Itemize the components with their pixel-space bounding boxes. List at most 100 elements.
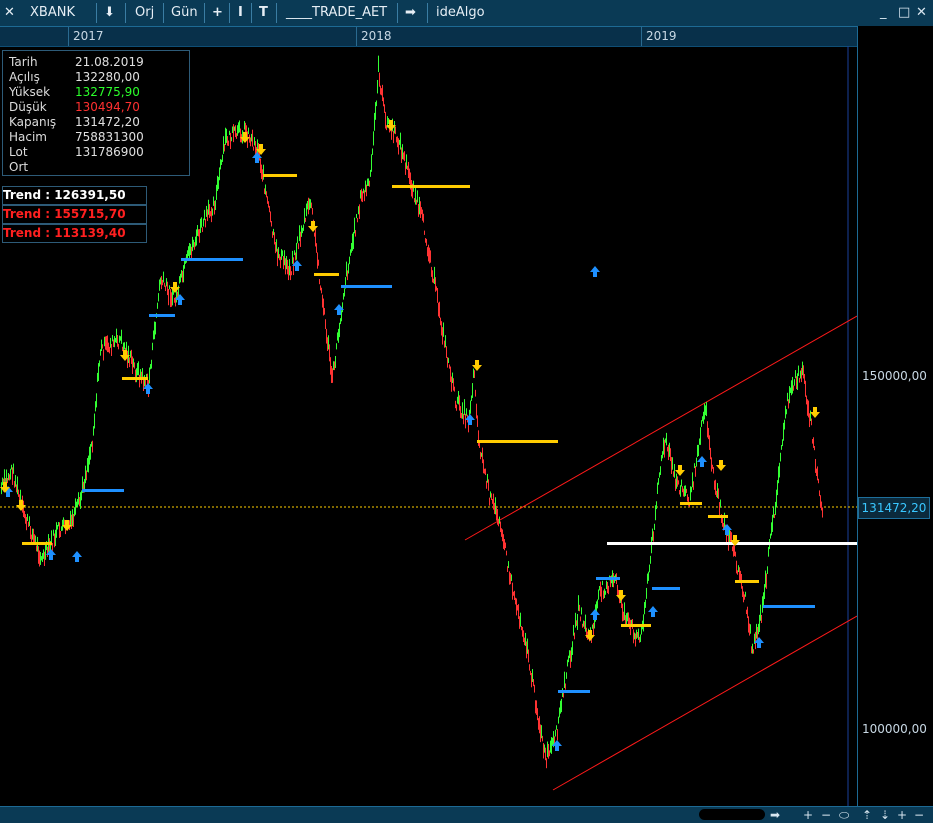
price-bar [114, 336, 115, 348]
price-axis[interactable]: 150000,00 100000,00 [857, 26, 933, 806]
price-bar [426, 238, 427, 246]
price-bar [365, 180, 366, 193]
orj-button[interactable]: Orj [135, 4, 154, 22]
price-bar [373, 131, 374, 146]
price-bar [692, 472, 693, 488]
price-bar [702, 416, 703, 422]
price-bar [322, 294, 323, 308]
price-bar [558, 716, 559, 724]
zoom-out-icon[interactable]: − [821, 807, 831, 823]
add-button[interactable]: + [212, 4, 223, 22]
price-bar [188, 246, 189, 256]
scale-up-icon[interactable]: ⇡ [862, 807, 872, 823]
price-bar [24, 510, 25, 519]
close-icon[interactable]: ✕ [4, 4, 15, 22]
restore-icon[interactable]: □ [898, 4, 910, 22]
price-bar [335, 356, 336, 368]
price-bar [205, 218, 206, 228]
price-bar [76, 501, 77, 507]
price-bar [578, 595, 579, 611]
scale-down-icon[interactable]: ⇣ [880, 807, 890, 823]
fit-icon[interactable]: ⬭ [839, 807, 849, 823]
close-window-icon[interactable]: ✕ [916, 4, 927, 22]
cursor-tool-icon[interactable]: I [238, 4, 243, 22]
year-tick [68, 27, 69, 46]
price-bar [681, 479, 682, 487]
price-bar [336, 343, 337, 350]
price-bar [446, 346, 447, 358]
price-bar [582, 623, 583, 628]
price-bar [347, 270, 348, 281]
price-bar [341, 310, 342, 322]
price-bar [660, 466, 661, 475]
arrow-right-icon[interactable]: ➡ [405, 4, 416, 22]
price-bar [363, 188, 364, 194]
price-bar [801, 367, 802, 383]
price-bar [575, 612, 576, 628]
price-bar [398, 138, 399, 155]
price-bar [805, 380, 806, 397]
zoom-in-icon[interactable]: + [803, 807, 813, 823]
price-bar [308, 197, 309, 215]
price-bar [802, 361, 803, 376]
price-bar [643, 614, 644, 632]
price-bar [87, 458, 88, 472]
price-bar [718, 488, 719, 499]
horizontal-scrollbar[interactable] [699, 809, 765, 820]
price-bar [503, 534, 504, 549]
price-bar [475, 389, 476, 397]
download-icon[interactable]: ⬇ [104, 4, 115, 22]
price-bar [236, 133, 237, 139]
price-bar [152, 342, 153, 351]
price-bar [122, 346, 123, 352]
price-bar [101, 339, 102, 351]
price-bar [667, 446, 668, 452]
price-bar [779, 462, 780, 478]
price-bar [301, 225, 302, 237]
price-bar [72, 509, 73, 527]
sell-level-line [680, 502, 702, 505]
price-bar [35, 535, 36, 543]
price-bar [694, 463, 695, 469]
price-bar [265, 184, 266, 195]
price-bar [661, 455, 662, 462]
price-bar [561, 698, 562, 713]
price-bar [815, 458, 816, 473]
price-bar [415, 187, 416, 205]
price-bar [598, 589, 599, 600]
text-tool-icon[interactable]: T [259, 4, 268, 22]
price-bar [213, 196, 214, 206]
price-bar [151, 359, 152, 369]
price-bar [250, 137, 251, 147]
price-bar [597, 599, 598, 609]
price-bar [570, 650, 571, 668]
scroll-right-icon[interactable]: ➡ [770, 807, 780, 823]
price-bar [354, 217, 355, 234]
price-bar [442, 327, 443, 345]
price-bar [461, 412, 462, 419]
plus-icon[interactable]: + [897, 807, 907, 823]
price-bar [401, 147, 402, 163]
system-selector[interactable]: ____TRADE_AET [286, 4, 387, 22]
price-bar [414, 198, 415, 203]
price-bar [585, 614, 586, 632]
price-bar [761, 614, 762, 624]
price-bar [167, 281, 168, 296]
period-selector[interactable]: Gün [171, 4, 198, 22]
channel-upper-line [464, 315, 857, 541]
price-bar [183, 265, 184, 283]
price-bar [820, 495, 821, 508]
price-bar [79, 497, 80, 507]
minimize-icon[interactable]: _ [880, 4, 887, 22]
minus-icon[interactable]: − [914, 807, 924, 823]
price-bar [314, 232, 315, 237]
price-bar [275, 242, 276, 254]
price-bar [332, 368, 333, 383]
price-bar [197, 225, 198, 236]
price-bar [190, 243, 191, 256]
price-bar [291, 271, 292, 276]
price-bar [544, 744, 545, 753]
symbol-selector[interactable]: XBANK [30, 4, 75, 22]
price-bar [134, 362, 135, 369]
provider-label[interactable]: ideAlgo [436, 4, 485, 22]
